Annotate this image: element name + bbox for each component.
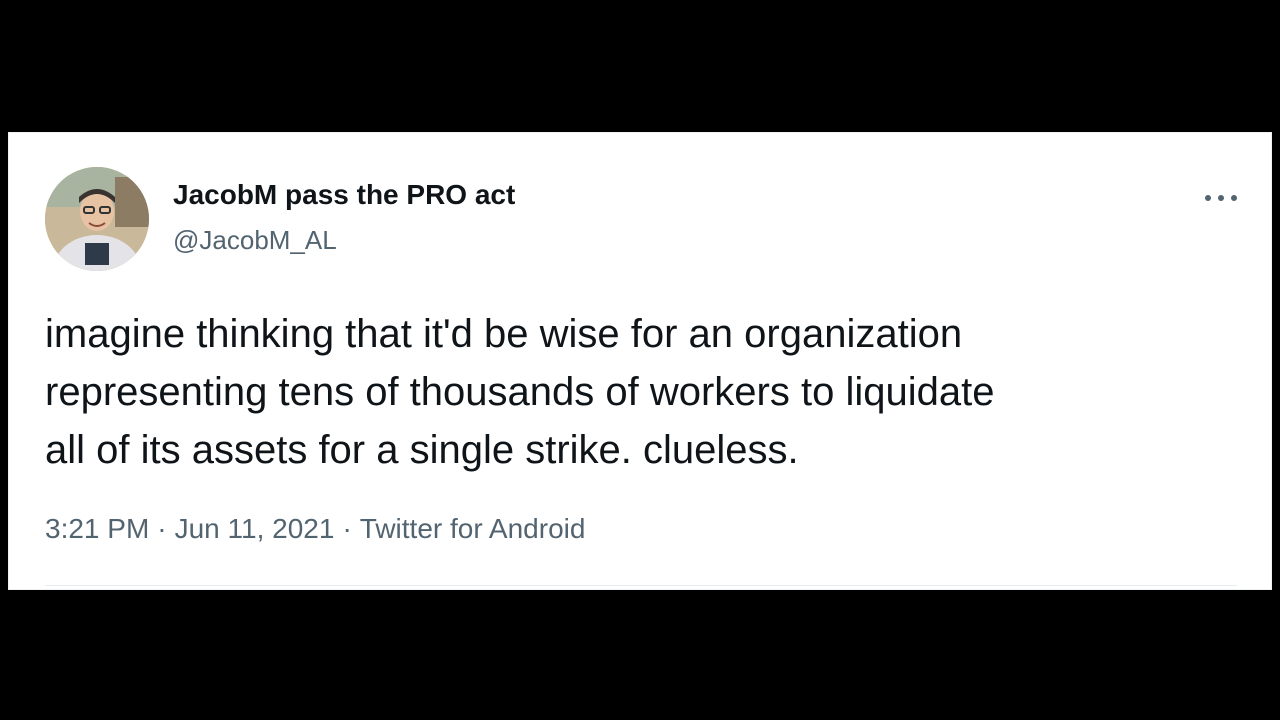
tweet-metadata: 3:21 PM · Jun 11, 2021 · Twitter for Android: [45, 513, 585, 545]
avatar[interactable]: [45, 167, 149, 271]
display-name[interactable]: JacobM pass the PRO act: [173, 179, 515, 211]
tweet-text-line: all of its assets for a single strike. c…: [45, 428, 799, 472]
tweet-source[interactable]: Twitter for Android: [360, 513, 586, 544]
meta-separator: ·: [342, 513, 352, 544]
tweet-text-line: representing tens of thousands of worker…: [45, 370, 995, 414]
avatar-photo: [45, 167, 149, 271]
user-handle[interactable]: @JacobM_AL: [173, 225, 337, 256]
tweet-date[interactable]: Jun 11, 2021: [175, 513, 335, 544]
tweet-text: imagine thinking that it'd be wise for a…: [45, 305, 1245, 479]
tweet-time[interactable]: 3:21 PM: [45, 513, 149, 544]
meta-separator: ·: [157, 513, 167, 544]
tweet-card: JacobM pass the PRO act @JacobM_AL imagi…: [8, 132, 1272, 590]
divider: [45, 585, 1237, 586]
more-dots-icon: [1218, 195, 1224, 201]
more-dots-icon: [1231, 195, 1237, 201]
more-options-button[interactable]: [1205, 185, 1237, 211]
tweet-text-line: imagine thinking that it'd be wise for a…: [45, 312, 963, 356]
letterbox-frame: JacobM pass the PRO act @JacobM_AL imagi…: [0, 0, 1280, 720]
more-dots-icon: [1205, 195, 1211, 201]
